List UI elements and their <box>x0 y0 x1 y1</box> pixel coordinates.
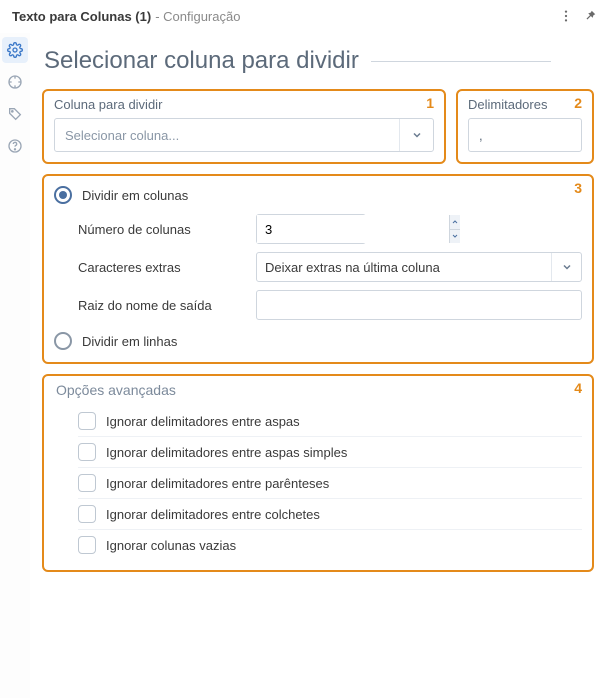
checkbox-icon <box>78 474 96 492</box>
chevron-down-icon <box>450 232 460 240</box>
check-ignore-empty-columns[interactable]: Ignorar colunas vazias <box>78 530 582 560</box>
check-ignore-single-quotes[interactable]: Ignorar delimitadores entre aspas simple… <box>78 437 582 468</box>
help-icon <box>7 138 23 154</box>
rail-help[interactable] <box>2 133 28 159</box>
num-cols-input[interactable] <box>257 215 449 243</box>
num-cols-label: Número de colunas <box>78 222 246 237</box>
annot-num-2: 2 <box>574 95 582 111</box>
delim-label: Delimitadores <box>468 97 582 112</box>
annot-num-3: 3 <box>574 180 582 196</box>
radio-split-columns[interactable]: Dividir em colunas <box>54 186 582 204</box>
side-rail <box>0 33 30 698</box>
check-label: Ignorar delimitadores entre aspas <box>106 414 300 429</box>
check-ignore-brackets[interactable]: Ignorar delimitadores entre colchetes <box>78 499 582 530</box>
check-ignore-parentheses[interactable]: Ignorar delimitadores entre parênteses <box>78 468 582 499</box>
node-subtitle: - Configuração <box>155 9 240 24</box>
chevron-down-icon <box>551 253 581 281</box>
chevron-down-icon <box>399 119 433 151</box>
delim-input[interactable] <box>468 118 582 152</box>
tag-icon <box>7 106 23 122</box>
col-select-dropdown[interactable]: Selecionar coluna... <box>54 118 434 152</box>
gear-icon <box>7 42 23 58</box>
check-ignore-quotes[interactable]: Ignorar delimitadores entre aspas <box>78 406 582 437</box>
check-label: Ignorar delimitadores entre parênteses <box>106 476 329 491</box>
radio-unchecked-icon <box>54 332 72 350</box>
check-label: Ignorar colunas vazias <box>106 538 236 553</box>
extra-chars-value: Deixar extras na última coluna <box>265 260 551 275</box>
advanced-title: Opções avançadas <box>56 382 582 398</box>
annot-split-mode: 3 Dividir em colunas Número de colunas C… <box>42 174 594 364</box>
spinner-up[interactable] <box>450 215 460 230</box>
spinner-down[interactable] <box>450 230 460 244</box>
target-icon <box>7 74 23 90</box>
rail-settings[interactable] <box>2 37 28 63</box>
name-root-label: Raiz do nome de saída <box>78 298 246 313</box>
annot-column-select: 1 Coluna para dividir Selecionar coluna.… <box>42 89 446 164</box>
num-cols-spinner[interactable] <box>256 214 366 244</box>
rail-tag[interactable] <box>2 101 28 127</box>
annot-num-1: 1 <box>426 95 434 111</box>
radio-split-rows-label: Dividir em linhas <box>82 334 177 349</box>
radio-split-columns-label: Dividir em colunas <box>82 188 188 203</box>
checkbox-icon <box>78 536 96 554</box>
more-menu-button[interactable] <box>556 6 576 26</box>
checkbox-icon <box>78 443 96 461</box>
check-label: Ignorar delimitadores entre aspas simple… <box>106 445 347 460</box>
radio-checked-icon <box>54 186 72 204</box>
extra-chars-label: Caracteres extras <box>78 260 246 275</box>
chevron-up-icon <box>450 218 460 226</box>
rail-flow[interactable] <box>2 69 28 95</box>
panel-header: Texto para Colunas (1) - Configuração <box>0 0 610 33</box>
check-label: Ignorar delimitadores entre colchetes <box>106 507 320 522</box>
col-select-placeholder: Selecionar coluna... <box>65 128 399 143</box>
main-panel: Selecionar coluna para dividir 1 Coluna … <box>30 33 610 698</box>
checkbox-icon <box>78 505 96 523</box>
checkbox-icon <box>78 412 96 430</box>
annot-delimiters: 2 Delimitadores <box>456 89 594 164</box>
radio-split-rows[interactable]: Dividir em linhas <box>54 332 582 350</box>
annot-num-4: 4 <box>574 380 582 396</box>
annot-advanced: 4 Opções avançadas Ignorar delimitadores… <box>42 374 594 572</box>
extra-chars-select[interactable]: Deixar extras na última coluna <box>256 252 582 282</box>
col-select-label: Coluna para dividir <box>54 97 434 112</box>
pin-button[interactable] <box>580 6 600 26</box>
node-title: Texto para Colunas (1) <box>12 9 151 24</box>
name-root-input[interactable] <box>256 290 582 320</box>
page-title: Selecionar coluna para dividir <box>44 47 594 75</box>
